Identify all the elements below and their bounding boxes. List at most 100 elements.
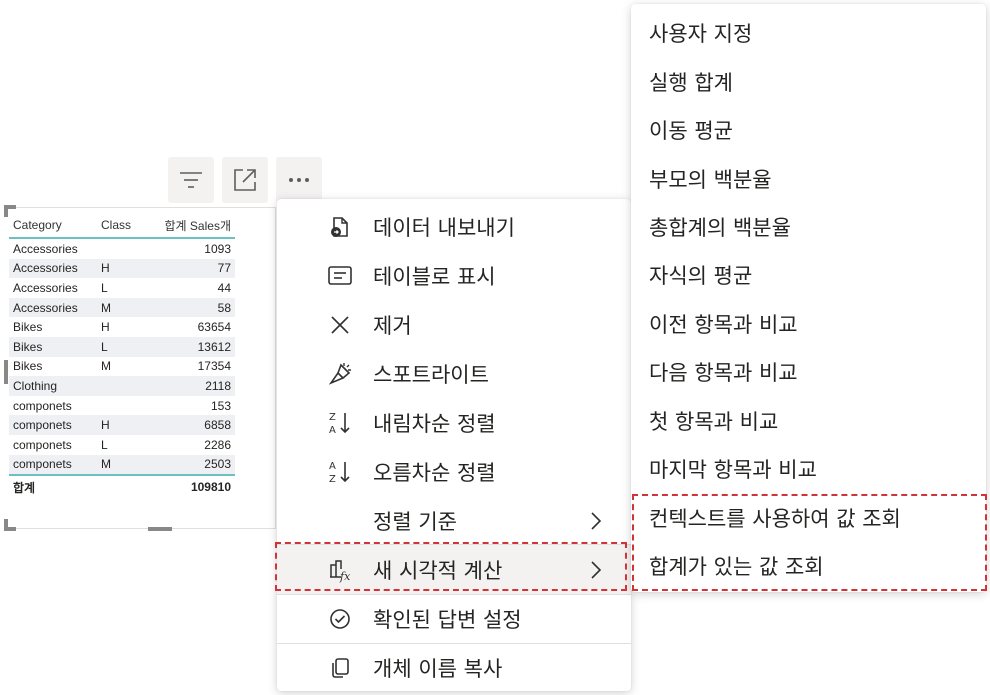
table-cell: H xyxy=(101,261,110,276)
submenu-item[interactable]: 사용자 지정 xyxy=(631,8,986,57)
table-cell: H xyxy=(101,320,110,335)
table-row: Accessories 1093 xyxy=(9,239,235,259)
svg-text:A: A xyxy=(329,425,336,436)
column-header[interactable]: Class xyxy=(97,218,141,232)
resize-handle[interactable] xyxy=(148,527,172,531)
submenu-item[interactable]: 마지막 항목과 비교 xyxy=(631,444,986,493)
context-menu: 데이터 내보내기 테이블로 표시 제거 스포트라이트 ZA 내림차순 정렬 AZ… xyxy=(277,199,631,691)
table-body: Accessories 1093 Accessories H 77 Accessori… xyxy=(9,239,235,475)
table-cell: componets xyxy=(13,398,72,413)
column-header[interactable]: Category xyxy=(9,218,97,232)
table-cell: 77 xyxy=(217,261,231,276)
submenu-item-label: 이동 평균 xyxy=(649,118,733,143)
menu-item-show-as-table[interactable]: 테이블로 표시 xyxy=(277,251,631,300)
table-cell: Bikes xyxy=(13,359,43,374)
submenu-item-label: 다음 항목과 비교 xyxy=(649,360,798,385)
menu-item-label: 테이블로 표시 xyxy=(373,264,496,289)
column-header[interactable]: 합계 Sales개 xyxy=(141,217,235,234)
show-as-table-icon xyxy=(327,263,353,289)
svg-text:Z: Z xyxy=(329,412,336,423)
remove-icon xyxy=(327,312,353,338)
export-data-icon xyxy=(327,214,353,240)
table-row: Accessories M 58 xyxy=(9,297,235,318)
submenu-item[interactable]: 이전 항목과 비교 xyxy=(631,299,986,348)
svg-text:Z: Z xyxy=(329,474,336,485)
menu-item-label: 오름차순 정렬 xyxy=(373,460,496,485)
table-cell: 58 xyxy=(217,300,231,315)
table-cell: Accessories xyxy=(13,300,78,315)
total-value: 109810 xyxy=(190,480,231,495)
menu-item-copy-object-name[interactable]: 개체 이름 복사 xyxy=(277,643,631,692)
submenu-item[interactable]: 부모의 백분율 xyxy=(631,154,986,203)
filter-button[interactable] xyxy=(168,157,214,203)
submenu-item-label: 실행 합계 xyxy=(649,70,733,95)
menu-item-sort-by[interactable]: 정렬 기준 xyxy=(277,496,631,545)
table-row: componets L 2286 xyxy=(9,435,235,455)
submenu-item-label: 사용자 지정 xyxy=(649,21,753,46)
resize-handle[interactable] xyxy=(4,205,8,217)
focus-mode-button[interactable] xyxy=(222,157,268,203)
submenu-item[interactable]: 첫 항목과 비교 xyxy=(631,396,986,445)
table-row: componets 153 xyxy=(9,396,235,416)
submenu-item[interactable]: 자식의 평균 xyxy=(631,250,986,299)
resize-handle[interactable] xyxy=(4,527,16,531)
more-options-button[interactable] xyxy=(276,157,322,203)
table-cell: 63654 xyxy=(197,320,231,335)
sort-descending-icon: ZA xyxy=(327,410,353,436)
table-row: Bikes L 13612 xyxy=(9,336,235,357)
table-cell: 1093 xyxy=(204,241,231,256)
table-cell: 153 xyxy=(210,398,231,413)
table-cell: L xyxy=(101,437,108,452)
table-total-row: 합계 109810 xyxy=(9,474,235,498)
menu-item-export-data[interactable]: 데이터 내보내기 xyxy=(277,202,631,251)
submenu-item-label: 총합계의 백분율 xyxy=(649,215,791,240)
submenu-item[interactable]: 이동 평균 xyxy=(631,105,986,154)
table-cell: Accessories xyxy=(13,280,78,295)
highlight-box xyxy=(275,542,627,591)
menu-item-spotlight[interactable]: 스포트라이트 xyxy=(277,349,631,398)
total-label: 합계 xyxy=(13,480,36,495)
table-row: Bikes H 63654 xyxy=(9,317,235,337)
menu-item-verified-answer[interactable]: 확인된 답변 설정 xyxy=(277,594,631,643)
table-cell: L xyxy=(101,339,108,354)
menu-item-label: 정렬 기준 xyxy=(373,509,457,534)
menu-item-sort-ascending[interactable]: AZ 오름차순 정렬 xyxy=(277,447,631,496)
table-row: Clothing 2118 xyxy=(9,376,235,396)
table-row: Bikes M 17354 xyxy=(9,357,235,377)
svg-text:A: A xyxy=(329,461,336,472)
menu-item-remove[interactable]: 제거 xyxy=(277,300,631,349)
table-cell: Clothing xyxy=(13,378,58,393)
resize-handle[interactable] xyxy=(4,360,8,384)
filter-icon xyxy=(180,172,202,188)
menu-item-label: 확인된 답변 설정 xyxy=(373,607,522,632)
table-cell: Accessories xyxy=(13,241,78,256)
table-row: componets H 6858 xyxy=(9,415,235,435)
table-cell: componets xyxy=(13,418,72,433)
menu-item-label: 제거 xyxy=(373,313,412,338)
sort-ascending-icon: AZ xyxy=(327,459,353,485)
table-cell: Bikes xyxy=(13,339,43,354)
submenu-item[interactable]: 실행 합계 xyxy=(631,57,986,106)
menu-item-label: 내림차순 정렬 xyxy=(373,411,496,436)
submenu-item-label: 부모의 백분율 xyxy=(649,167,772,192)
table-cell: H xyxy=(101,418,110,433)
copy-icon xyxy=(327,655,353,681)
table-cell: L xyxy=(101,280,108,295)
table-cell: 2503 xyxy=(204,457,231,472)
spotlight-icon xyxy=(327,361,353,387)
table-header: Category Class 합계 Sales개 xyxy=(9,213,235,239)
submenu-item-label: 이전 항목과 비교 xyxy=(649,312,798,337)
chevron-right-icon xyxy=(589,508,607,534)
table-cell: 13612 xyxy=(197,339,231,354)
submenu-item-label: 마지막 항목과 비교 xyxy=(649,457,817,482)
submenu-item-label: 자식의 평균 xyxy=(649,263,753,288)
highlight-box xyxy=(632,494,987,591)
data-table: Category Class 합계 Sales개 Accessories 1093… xyxy=(9,213,235,498)
table-cell: componets xyxy=(13,457,72,472)
table-row: componets M 2503 xyxy=(9,454,235,475)
submenu-item[interactable]: 다음 항목과 비교 xyxy=(631,347,986,396)
table-row: Accessories H 77 xyxy=(9,258,235,279)
menu-item-sort-descending[interactable]: ZA 내림차순 정렬 xyxy=(277,398,631,447)
submenu-item[interactable]: 총합계의 백분율 xyxy=(631,202,986,251)
table-cell: Accessories xyxy=(13,261,78,276)
